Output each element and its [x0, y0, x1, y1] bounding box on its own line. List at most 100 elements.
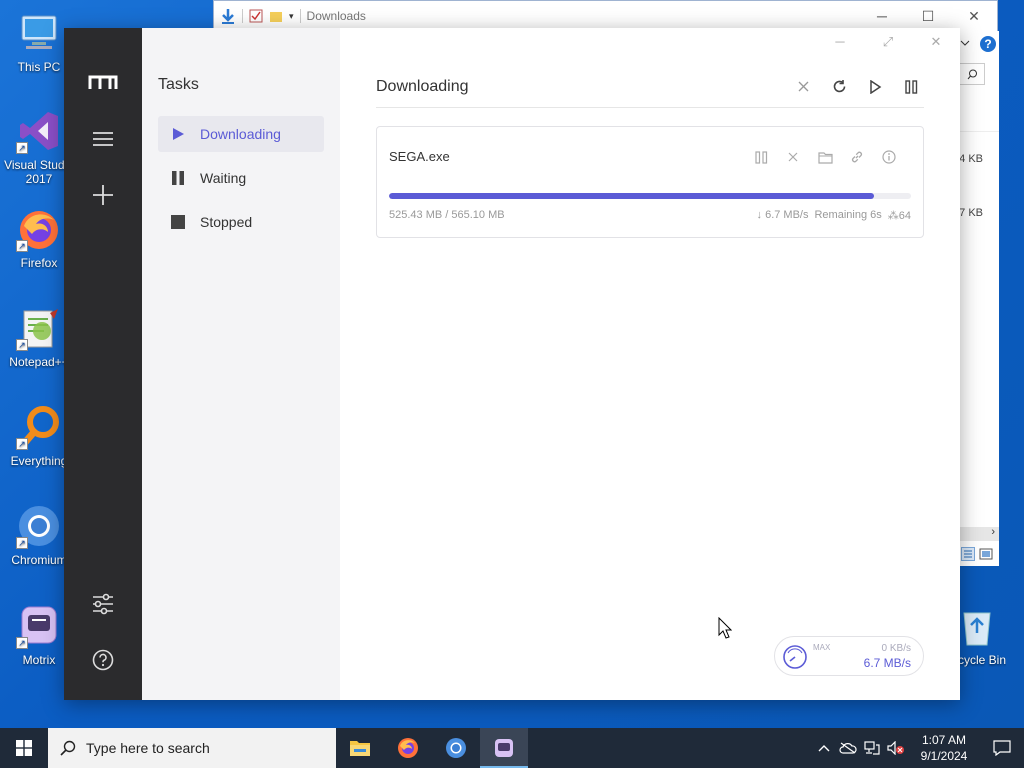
- search-icon: [967, 69, 977, 79]
- stop-icon: [170, 214, 186, 230]
- delete-tasks-button[interactable]: [790, 74, 816, 100]
- download-speed: ↓ 6.7 MB/s: [756, 209, 809, 221]
- help-icon[interactable]: ?: [979, 35, 997, 53]
- clock-time: 1:07 AM: [921, 733, 967, 747]
- folder-icon: [817, 151, 833, 164]
- menu-icon[interactable]: [87, 123, 119, 155]
- sidebar-item-downloading[interactable]: Downloading: [158, 116, 324, 152]
- preferences-icon[interactable]: [87, 588, 119, 620]
- svg-text:?: ?: [984, 37, 991, 51]
- sidebar-title: Tasks: [158, 76, 199, 93]
- speedometer[interactable]: MAX 0 KB/s 6.7 MB/s: [774, 636, 924, 676]
- sidebar-item-label: Waiting: [200, 170, 247, 186]
- shortcut-arrow-icon: ↗: [16, 142, 28, 154]
- properties-icon[interactable]: [249, 9, 263, 23]
- help-icon[interactable]: [87, 644, 119, 676]
- refresh-icon: [833, 80, 845, 93]
- download-arrow-icon: [222, 9, 234, 24]
- task-progress-fill: [389, 193, 875, 199]
- taskbar-file-explorer[interactable]: [336, 728, 384, 768]
- taskbar-motrix[interactable]: [480, 728, 528, 768]
- shortcut-arrow-icon: ↗: [16, 537, 28, 549]
- motrix-app-icon: [495, 739, 513, 757]
- scroll-right-icon[interactable]: ›: [991, 526, 995, 538]
- details-view-icon[interactable]: [961, 547, 975, 561]
- task-progress-bar: [389, 193, 911, 199]
- quick-access-dropdown-icon[interactable]: ▾: [289, 11, 294, 22]
- total-download-speed: 6.7 MB/s: [863, 656, 911, 670]
- explorer-horizontal-scrollbar[interactable]: ›: [959, 526, 999, 541]
- shortcut-arrow-icon: ↗: [16, 637, 28, 649]
- taskbar-clock[interactable]: 1:07 AM 9/1/2024: [908, 732, 980, 764]
- task-progress-text: 525.43 MB / 565.10 MB: [389, 209, 505, 221]
- large-icons-view-icon[interactable]: [979, 547, 993, 561]
- taskbar-search-box[interactable]: Type here to search: [48, 728, 336, 768]
- explorer-content: ? 4 KB 7 KB: [959, 31, 999, 566]
- pause-all-button[interactable]: [898, 74, 924, 100]
- search-icon: [60, 740, 76, 756]
- motrix-logo-icon: [87, 67, 119, 99]
- task-item[interactable]: SEGA.exe 525.43 MB / 565.10 MB ↓ 6.7 MB/…: [376, 126, 924, 238]
- motrix-rail: [64, 28, 142, 700]
- action-center-button[interactable]: [980, 728, 1024, 768]
- maximize-button[interactable]: ⤢: [864, 28, 912, 56]
- link-icon: [851, 151, 863, 163]
- task-delete-button[interactable]: [781, 145, 805, 169]
- shortcut-arrow-icon: ↗: [16, 240, 28, 252]
- new-folder-icon[interactable]: [269, 9, 283, 23]
- folder-icon: [350, 741, 370, 756]
- resume-all-button[interactable]: [862, 74, 888, 100]
- clock-date: 9/1/2024: [920, 749, 968, 763]
- pause-icon: [904, 79, 917, 94]
- shortcut-arrow-icon: ↗: [16, 339, 28, 351]
- taskbar-chromium[interactable]: [432, 728, 480, 768]
- sidebar-item-stopped[interactable]: Stopped: [158, 204, 324, 240]
- minimize-button[interactable]: ─: [816, 28, 864, 56]
- desktop-icon-recycle-bin[interactable]: Recycle Bin: [950, 603, 1020, 667]
- explorer-maximize-button[interactable]: ☐: [905, 1, 951, 31]
- explorer-search-box[interactable]: [959, 63, 985, 85]
- mouse-cursor-icon: [718, 617, 732, 639]
- desktop: ▾ Downloads ─ ☐ ✕ ? 4 KB 7 KB › This PC …: [0, 0, 1024, 728]
- motrix-window[interactable]: Tasks Downloading Waiting Stopped ─ ⤢ ✕ …: [64, 28, 960, 700]
- notification-icon: [993, 740, 1011, 756]
- taskbar: Type here to search 1:07 AM 9/1/2024: [0, 728, 1024, 768]
- close-icon: [788, 152, 798, 162]
- chevron-up-icon: [818, 745, 830, 752]
- chromium-icon: [446, 738, 466, 758]
- chevron-down-icon[interactable]: [959, 37, 971, 49]
- task-pause-button[interactable]: [749, 145, 773, 169]
- start-button[interactable]: [0, 728, 48, 768]
- close-icon: [798, 81, 808, 92]
- sidebar-item-label: Stopped: [200, 214, 253, 230]
- refresh-button[interactable]: [826, 74, 852, 100]
- volume-muted-icon[interactable]: [884, 728, 908, 768]
- firefox-icon: [398, 738, 418, 758]
- taskbar-firefox[interactable]: [384, 728, 432, 768]
- pause-icon: [754, 150, 767, 164]
- show-hidden-icons-button[interactable]: [812, 728, 836, 768]
- upload-speed: 0 KB/s: [881, 643, 911, 654]
- network-icon[interactable]: [860, 728, 884, 768]
- connections-icon: ⁂: [887, 210, 899, 222]
- time-remaining: Remaining 6s: [814, 209, 882, 221]
- add-task-icon[interactable]: [87, 179, 119, 211]
- sidebar-item-label: Downloading: [200, 126, 281, 142]
- explorer-minimize-button[interactable]: ─: [859, 1, 905, 31]
- search-placeholder: Type here to search: [86, 740, 210, 756]
- speed-limit-mode: MAX: [813, 643, 831, 652]
- sidebar-item-waiting[interactable]: Waiting: [158, 160, 324, 196]
- task-copy-link-button[interactable]: [845, 145, 869, 169]
- onedrive-icon[interactable]: [836, 728, 860, 768]
- recycle-bin-icon: [963, 612, 991, 646]
- play-icon: [170, 126, 186, 142]
- file-size: 7 KB: [959, 207, 983, 219]
- play-icon: [869, 79, 881, 94]
- task-open-folder-button[interactable]: [813, 145, 837, 169]
- speedometer-icon: [783, 645, 807, 669]
- windows-logo-icon: [16, 740, 32, 756]
- task-info-button[interactable]: [877, 145, 901, 169]
- tasks-sidebar: Tasks Downloading Waiting Stopped: [142, 28, 340, 700]
- close-button[interactable]: ✕: [912, 28, 960, 56]
- explorer-close-button[interactable]: ✕: [951, 1, 997, 31]
